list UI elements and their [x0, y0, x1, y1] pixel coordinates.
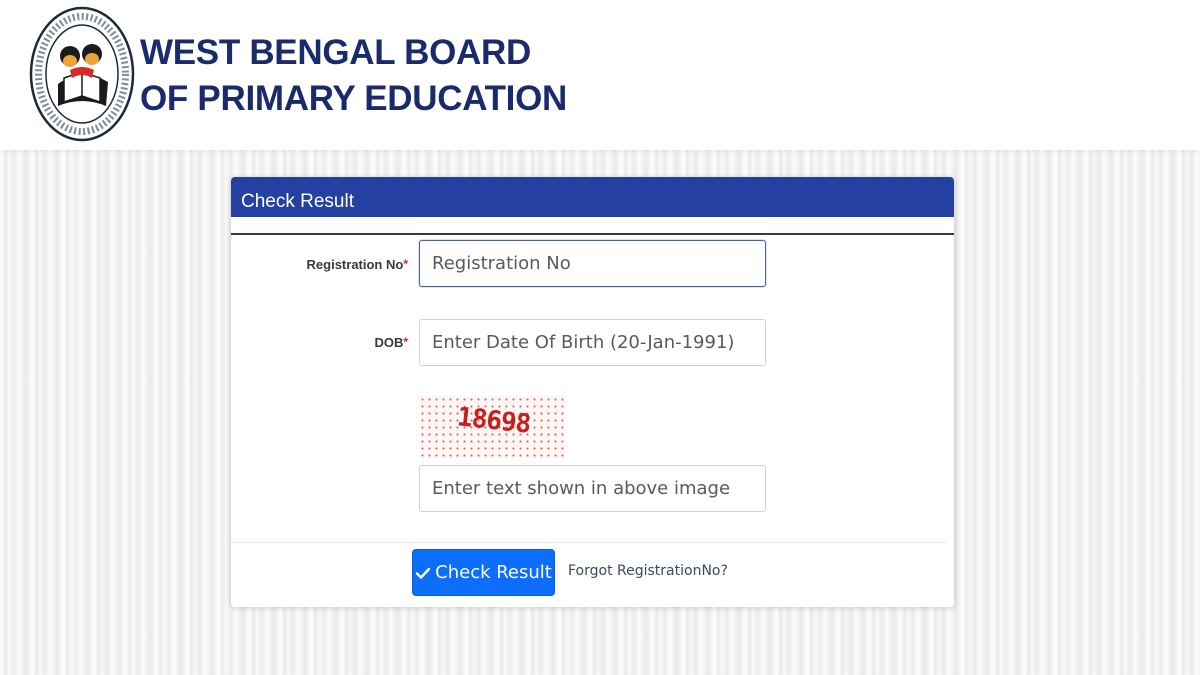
card-divider — [231, 542, 946, 543]
board-title: WEST BENGAL BOARD OF PRIMARY EDUCATION — [140, 30, 567, 122]
registration-input[interactable] — [419, 240, 766, 287]
dob-label-text: DOB — [374, 335, 404, 350]
required-marker: * — [403, 257, 408, 271]
captcha-text: 18698 — [455, 402, 532, 440]
registration-label-text: Registration No — [306, 257, 404, 272]
site-header: WEST BENGAL BOARD OF PRIMARY EDUCATION — [0, 0, 1200, 150]
check-result-button[interactable]: Check Result — [412, 549, 555, 596]
check-result-button-label: Check Result — [435, 562, 552, 583]
forgot-registration-link[interactable]: Forgot RegistrationNo? — [568, 563, 728, 579]
check-icon — [415, 565, 431, 581]
required-marker: * — [403, 335, 408, 349]
check-result-card: Check Result Registration No* DOB* 18698… — [231, 177, 954, 607]
dob-input[interactable] — [419, 319, 766, 366]
captcha-input[interactable] — [419, 465, 766, 512]
wbbpe-logo-icon — [28, 6, 136, 142]
dob-label: DOB* — [208, 335, 408, 350]
captcha-image: 18698 — [419, 396, 565, 458]
board-title-line-1: WEST BENGAL BOARD — [140, 33, 531, 72]
board-title-line-2: OF PRIMARY EDUCATION — [140, 79, 567, 118]
card-header-rule — [231, 233, 954, 235]
registration-label: Registration No* — [208, 257, 408, 272]
card-title: Check Result — [231, 177, 954, 226]
